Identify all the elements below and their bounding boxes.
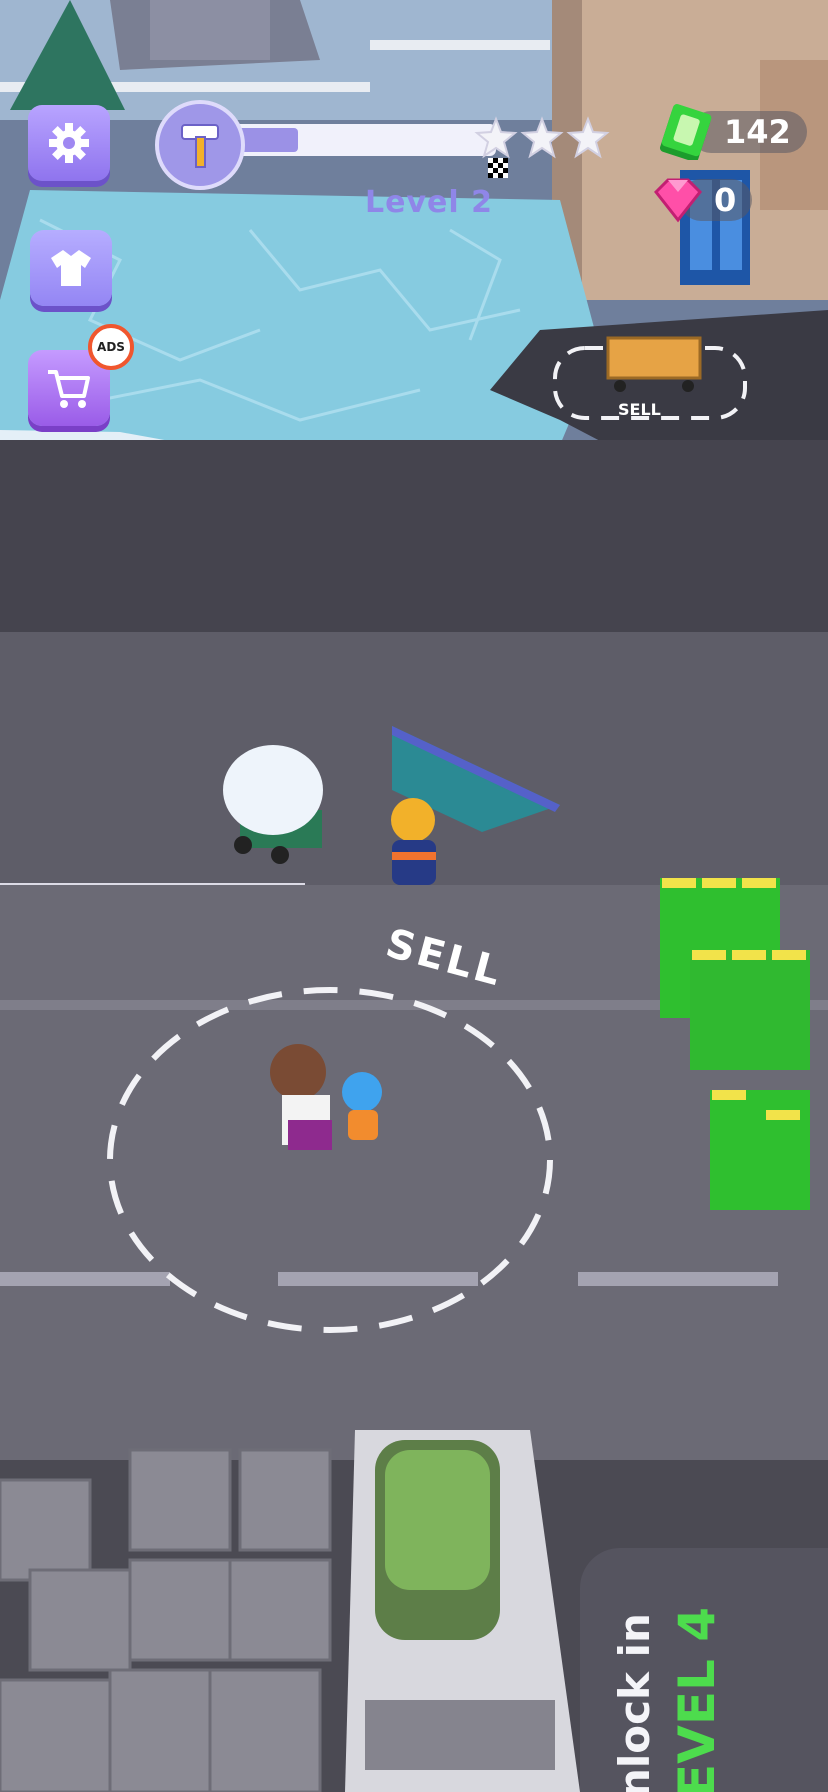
tool-badge — [155, 100, 245, 190]
star-icon — [520, 116, 564, 159]
cash-icon — [659, 104, 712, 160]
level-stars — [474, 116, 610, 160]
cash-counter: 142 — [658, 104, 807, 160]
gem-counter: 0 — [650, 176, 753, 224]
unlock-sign: nlock in EVEL 4 — [580, 1548, 828, 1792]
no-ads-badge: ADS — [88, 324, 134, 370]
no-ads-label: ADS — [97, 340, 125, 354]
gem-icon — [653, 178, 703, 223]
game-scene: SELL SELL nlock in EVEL 4 ADS Level 2 14… — [0, 0, 828, 1792]
unlock-text-line2: EVEL 4 — [668, 1606, 726, 1792]
star-icon — [474, 116, 518, 159]
unlock-text-line1: nlock in — [610, 1613, 659, 1792]
sell-zone-small-label: SELL — [618, 400, 661, 419]
cart-icon — [48, 370, 90, 408]
hammer-icon — [181, 124, 219, 168]
level-label: Level 2 — [365, 185, 493, 220]
shirt-icon — [51, 250, 91, 286]
star-icon — [566, 116, 610, 159]
skins-button[interactable] — [30, 230, 112, 306]
game-world — [0, 0, 828, 1792]
settings-button[interactable] — [28, 105, 110, 181]
gear-icon — [49, 123, 89, 163]
finish-flag-icon — [488, 158, 508, 178]
level-progress-bar — [228, 124, 496, 156]
